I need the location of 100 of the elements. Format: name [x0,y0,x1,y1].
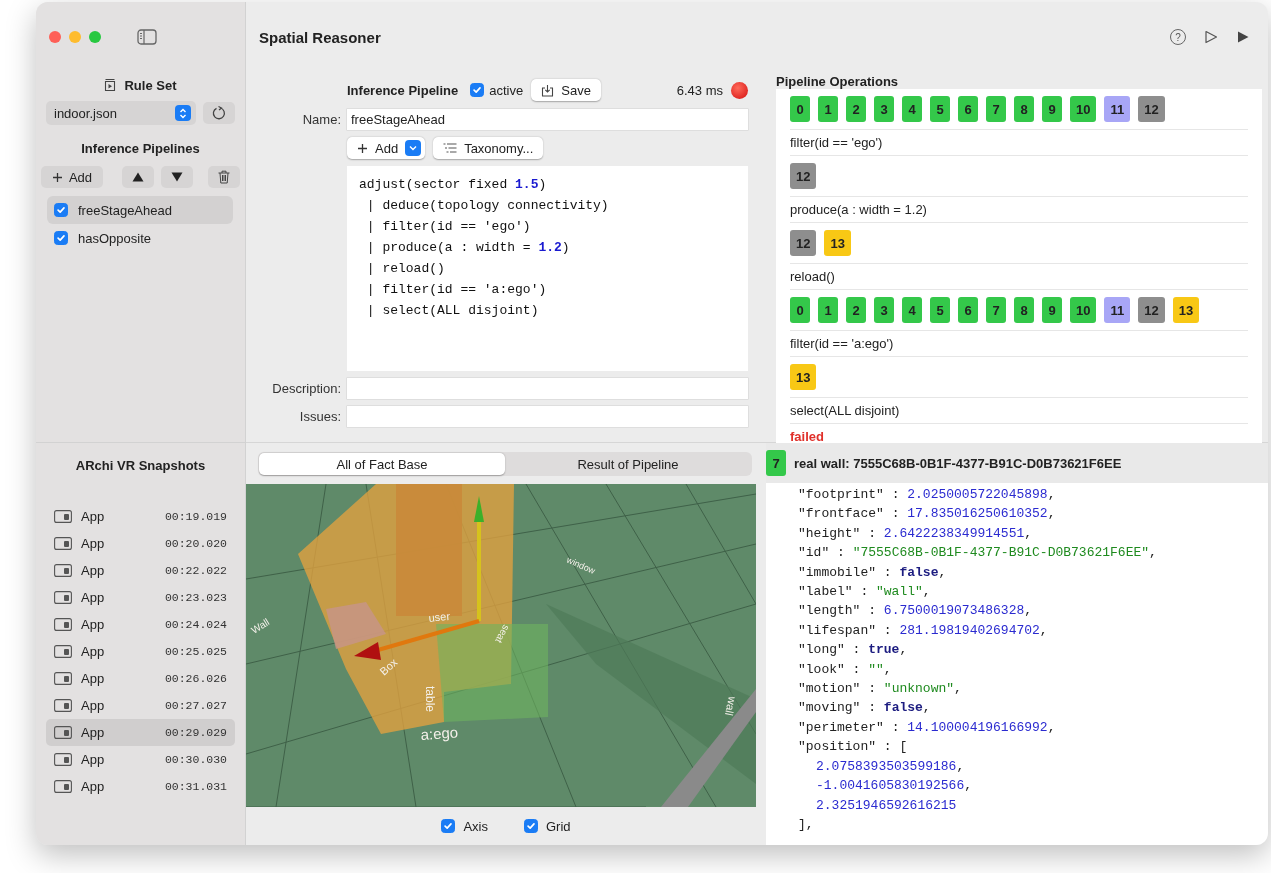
scene-label: user [427,609,451,624]
snapshot-item[interactable]: App 00:29.029 [46,719,235,746]
object-id-badge[interactable]: 7 [766,450,786,476]
play-icon[interactable] [1236,30,1250,44]
snapshot-item[interactable]: App 00:30.030 [46,746,235,773]
json-line: -1.0041605830192566, [815,777,974,796]
snapshot-item[interactable]: App 00:27.027 [46,692,235,719]
json-line: "motion" : "unknown", [798,680,963,699]
object-id-badge[interactable]: 12 [790,163,817,189]
object-id-badge[interactable]: 12 [790,230,817,256]
pipeline-item[interactable]: hasOpposite [47,224,233,252]
scene-label: Wall [249,616,272,636]
code-editor[interactable]: adjust(sector fixed 1.5) | deduce(topology connectivity) | filter(id == 'ego') | produce(a : width = 1.2) | reload() | filter(id == 'a:ego') | select(ALL disjoint) [347,166,748,371]
checkbox[interactable] [54,231,68,245]
json-line: "immobile" : false, [798,563,948,582]
play-outline-icon[interactable] [1204,30,1218,44]
snapshot-name: App [81,590,105,605]
snapshot-time: 00:20.020 [164,537,227,550]
checkbox[interactable] [441,819,456,833]
snapshot-item[interactable]: App 00:22.022 [46,557,235,584]
object-id-badge[interactable]: 10 [1070,96,1097,122]
view-tab[interactable]: Result of Pipeline [505,453,751,475]
operation-text: select(ALL disjoint) [790,403,900,418]
snapshot-item[interactable]: App 00:25.025 [46,638,235,665]
snapshot-time: 00:22.022 [164,564,227,577]
object-id-badge[interactable]: 9 [1042,96,1062,122]
device-icon [54,699,72,712]
move-up-button[interactable] [122,166,154,188]
delete-button[interactable] [208,166,240,188]
refresh-icon [212,106,226,120]
object-id-badge[interactable]: 8 [1014,297,1034,323]
snapshot-time: 00:27.027 [164,699,227,712]
checkbox[interactable] [54,203,68,217]
object-id-badge[interactable]: 12 [1138,96,1165,122]
object-id-badge[interactable]: 12 [1138,297,1165,323]
description-field[interactable] [347,377,748,399]
close-button[interactable] [49,31,61,43]
object-id-badge[interactable]: 1 [818,297,838,323]
rule-set-dropdown[interactable]: indoor.json [46,101,196,125]
checkbox-label: Axis [463,818,488,834]
checkbox[interactable] [470,83,485,97]
taxonomy-button[interactable]: Taxonomy... [433,137,544,159]
object-id-badge[interactable]: 2 [846,297,866,323]
json-line: "height" : 2.6422238349914551, [798,524,1034,543]
snapshot-item[interactable]: App 00:31.031 [46,773,235,800]
pipeline-item[interactable]: freeStageAhead [47,196,233,224]
status-text: failed [790,429,824,444]
object-id-badge[interactable]: 6 [958,297,978,323]
object-id-badge[interactable]: 0 [790,297,810,323]
object-id-badge[interactable]: 9 [1042,297,1062,323]
object-id-badge[interactable]: 7 [986,297,1006,323]
snapshot-name: App [81,671,105,686]
snapshot-time: 00:25.025 [164,645,227,658]
add-button[interactable]: Add [41,166,103,188]
object-id-badge[interactable]: 3 [874,297,894,323]
object-id-badge[interactable]: 10 [1070,297,1097,323]
object-id-badge[interactable]: 5 [930,96,950,122]
object-id-badge[interactable]: 7 [986,96,1006,122]
json-line: "lifespan" : 281.19819402694702, [798,621,1049,640]
object-id-badge[interactable]: 0 [790,96,810,122]
device-icon [54,672,72,685]
snapshot-name: App [81,644,105,659]
pipeline-name: hasOpposite [78,230,151,246]
name-field[interactable]: freeStageAhead [347,108,748,130]
object-id-badge[interactable]: 11 [1104,297,1131,323]
json-line: "frontface" : 17.835016250610352, [798,505,1057,524]
object-id-badge[interactable]: 2 [846,96,866,122]
device-icon [54,618,72,631]
json-line: "position" : [ [798,738,909,757]
snapshot-item[interactable]: App 00:24.024 [46,611,235,638]
snapshot-item[interactable]: App 00:19.019 [46,503,235,530]
object-id-badge[interactable]: 11 [1104,96,1131,122]
window-title: Spatial Reasoner [259,28,381,46]
sidebar-toggle-icon[interactable] [137,29,157,45]
object-id-badge[interactable]: 4 [902,96,922,122]
object-id-badge[interactable]: 13 [824,230,851,256]
object-id-badge[interactable]: 8 [1014,96,1034,122]
operation-text: reload() [790,269,835,284]
object-id-badge[interactable]: 1 [818,96,838,122]
snapshot-item[interactable]: App 00:26.026 [46,665,235,692]
reload-button[interactable] [203,102,235,124]
checkmark-icon [443,821,454,831]
issues-field[interactable] [347,405,748,427]
view-tab[interactable]: All of Fact Base [259,453,505,475]
object-id-badge[interactable]: 13 [790,364,817,390]
panel-title: Inference Pipeline [347,82,459,98]
save-button[interactable]: Save [531,79,601,101]
object-id-badge[interactable]: 4 [902,297,922,323]
json-line: 2.3251946592616215 [815,796,958,815]
object-id-badge[interactable]: 13 [1172,297,1200,323]
object-id-badge[interactable]: 3 [874,96,894,122]
object-id-badge[interactable]: 5 [930,297,950,323]
checkbox[interactable] [524,819,538,833]
snapshot-item[interactable]: App 00:20.020 [46,530,235,557]
add-operation-button[interactable]: Add [347,137,426,159]
checkmark-icon [56,205,66,215]
move-down-button[interactable] [161,166,193,188]
object-id-badge[interactable]: 6 [958,96,978,122]
snapshot-item[interactable]: App 00:23.023 [46,584,235,611]
checkmark-icon [526,821,536,831]
